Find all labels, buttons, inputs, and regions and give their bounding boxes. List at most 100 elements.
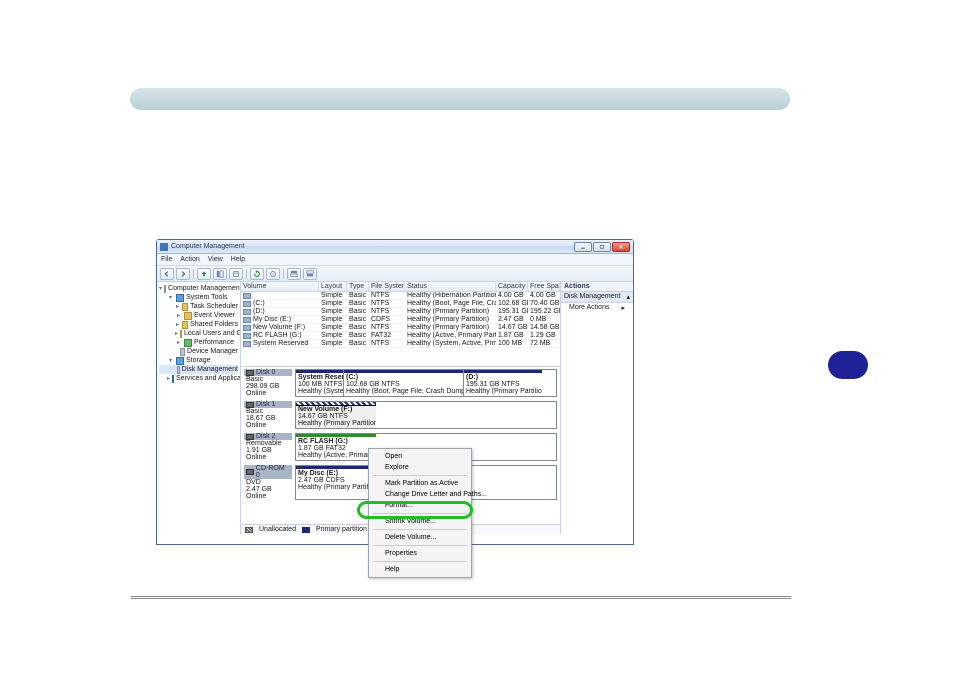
computer-icon xyxy=(164,285,166,293)
menubar: File Action View Help xyxy=(157,254,633,266)
titlebar[interactable]: Computer Management xyxy=(157,240,633,254)
col-filesystem: File System xyxy=(369,282,405,291)
partition[interactable]: System Reserv100 MB NTFSHealthy (Syster xyxy=(296,370,344,396)
tree-item-shared-folders[interactable]: Shared Folders xyxy=(159,320,238,329)
disk-label[interactable]: Disk 1Basic18.67 GBOnline xyxy=(244,401,292,429)
navigation-tree[interactable]: Computer Management (Local) System Tools… xyxy=(157,282,241,534)
menu-view[interactable]: View xyxy=(208,256,223,263)
disk-row: Disk 1Basic18.67 GBOnlineNew Volume (F:)… xyxy=(244,401,557,429)
legend-swatch-primary xyxy=(302,527,310,533)
tree-item-performance[interactable]: Performance xyxy=(159,338,238,347)
partition[interactable]: (C:)102.68 GB NTFSHealthy (Boot, Page Fi… xyxy=(344,370,464,396)
menu-file[interactable]: File xyxy=(161,256,172,263)
volume-icon xyxy=(243,341,251,347)
tree-group-system-tools[interactable]: System Tools xyxy=(159,293,238,302)
volume-icon xyxy=(243,301,251,307)
volume-icon xyxy=(243,293,251,299)
volume-icon xyxy=(243,333,251,339)
col-layout: Layout xyxy=(319,282,347,291)
window-title: Computer Management xyxy=(171,243,574,250)
partition[interactable]: New Volume (F:)14.67 GB NTFSHealthy (Pri… xyxy=(296,402,376,428)
view-bottom-button[interactable] xyxy=(303,268,317,280)
collapse-icon: ▴ xyxy=(626,293,630,301)
menu-action[interactable]: Action xyxy=(180,256,199,263)
device-manager-icon xyxy=(180,348,185,356)
volume-row[interactable]: RC FLASH (G:)SimpleBasicFAT32Healthy (Ac… xyxy=(241,332,560,340)
help-button[interactable]: ? xyxy=(266,268,280,280)
page-header-banner xyxy=(130,88,790,110)
menu-help[interactable]: Help xyxy=(231,256,245,263)
actions-more[interactable]: More Actions ▸ xyxy=(561,303,633,313)
disk-icon xyxy=(246,370,254,376)
services-icon xyxy=(172,375,174,383)
menu-item[interactable]: Delete Volume... xyxy=(369,532,471,543)
page-footer-rule-2 xyxy=(131,598,791,599)
tree-group-storage[interactable]: Storage xyxy=(159,356,238,365)
legend-label-primary: Primary partition xyxy=(316,526,367,533)
tree-item-local-users[interactable]: Local Users and Groups xyxy=(159,329,238,338)
partition[interactable]: My Disc (E:)2.47 GB CDFSHealthy (Primary… xyxy=(296,466,376,499)
performance-icon xyxy=(184,339,192,347)
disk-label[interactable]: CD-ROM 0DVD2.47 GBOnline xyxy=(244,465,292,500)
close-button[interactable] xyxy=(612,242,630,252)
tree-root[interactable]: Computer Management (Local) xyxy=(159,284,238,293)
highlight-oval xyxy=(357,501,473,519)
tree-item-disk-management[interactable]: Disk Management xyxy=(159,365,238,374)
scheduler-icon xyxy=(182,303,188,311)
page-number-pill xyxy=(828,351,868,379)
col-volume: Volume xyxy=(241,282,319,291)
actions-header: Actions xyxy=(561,282,633,292)
volume-row[interactable]: My Disc (E:)SimpleBasicCDFSHealthy (Prim… xyxy=(241,316,560,324)
menu-item[interactable]: Properties xyxy=(369,548,471,559)
refresh-button[interactable] xyxy=(250,268,264,280)
tree-item-event-viewer[interactable]: Event Viewer xyxy=(159,311,238,320)
partition[interactable]: (D:)195.31 GB NTFSHealthy (Primary Parti… xyxy=(464,370,542,396)
disk-partition-bar: System Reserv100 MB NTFSHealthy (Syster(… xyxy=(295,369,557,397)
tree-item-device-manager[interactable]: Device Manager xyxy=(159,347,238,356)
volume-row[interactable]: (C:)SimpleBasicNTFSHealthy (Boot, Page F… xyxy=(241,300,560,308)
menu-item[interactable]: Help xyxy=(369,564,471,575)
col-capacity: Capacity xyxy=(496,282,528,291)
disk-label[interactable]: Disk 2Removable1.91 GBOnline xyxy=(244,433,292,461)
actions-pane: Actions Disk Management ▴ More Actions ▸ xyxy=(561,282,633,534)
col-freespace: Free Space xyxy=(528,282,560,291)
menu-item[interactable]: Change Drive Letter and Paths... xyxy=(369,489,471,500)
menu-separator xyxy=(373,545,467,546)
volume-row[interactable]: System ReservedSimpleBasicNTFSHealthy (S… xyxy=(241,340,560,348)
volume-row[interactable]: (D:)SimpleBasicNTFSHealthy (Primary Part… xyxy=(241,308,560,316)
nav-back-button[interactable] xyxy=(160,268,174,280)
tree-group-services[interactable]: Services and Applications xyxy=(159,374,238,383)
menu-item[interactable]: Mark Partition as Active xyxy=(369,478,471,489)
legend-label-unallocated: Unallocated xyxy=(259,526,296,533)
legend-swatch-unallocated xyxy=(245,527,253,533)
menu-separator xyxy=(373,475,467,476)
actions-group[interactable]: Disk Management ▴ xyxy=(561,292,633,303)
disk-icon xyxy=(246,469,254,475)
partition[interactable]: RC FLASH (G:)1.87 GB FAT32Healthy (Activ… xyxy=(296,434,376,460)
users-icon xyxy=(180,330,182,338)
volume-row[interactable]: SimpleBasicNTFSHealthy (Hibernation Part… xyxy=(241,292,560,300)
maximize-button[interactable] xyxy=(593,242,611,252)
volume-icon xyxy=(243,317,251,323)
menu-item[interactable]: Open xyxy=(369,451,471,462)
up-button[interactable] xyxy=(197,268,211,280)
disk-icon xyxy=(246,434,254,440)
volume-row[interactable]: New Volume (F:)SimpleBasicNTFSHealthy (P… xyxy=(241,324,560,332)
volume-list[interactable]: SimpleBasicNTFSHealthy (Hibernation Part… xyxy=(241,292,560,366)
volume-icon xyxy=(243,309,251,315)
event-viewer-icon xyxy=(184,312,192,320)
disk-label[interactable]: Disk 0Basic298.09 GBOnline xyxy=(244,369,292,397)
minimize-button[interactable] xyxy=(574,242,592,252)
volume-icon xyxy=(243,325,251,331)
nav-forward-button[interactable] xyxy=(176,268,190,280)
view-top-button[interactable] xyxy=(287,268,301,280)
volume-list-header[interactable]: Volume Layout Type File System Status Ca… xyxy=(241,282,560,292)
show-hide-tree-button[interactable] xyxy=(213,268,227,280)
properties-button[interactable] xyxy=(229,268,243,280)
storage-icon xyxy=(176,357,184,365)
disk-management-icon xyxy=(177,366,179,374)
menu-item[interactable]: Explore xyxy=(369,462,471,473)
chevron-right-icon: ▸ xyxy=(621,304,625,312)
col-type: Type xyxy=(347,282,369,291)
tree-item-task-scheduler[interactable]: Task Scheduler xyxy=(159,302,238,311)
